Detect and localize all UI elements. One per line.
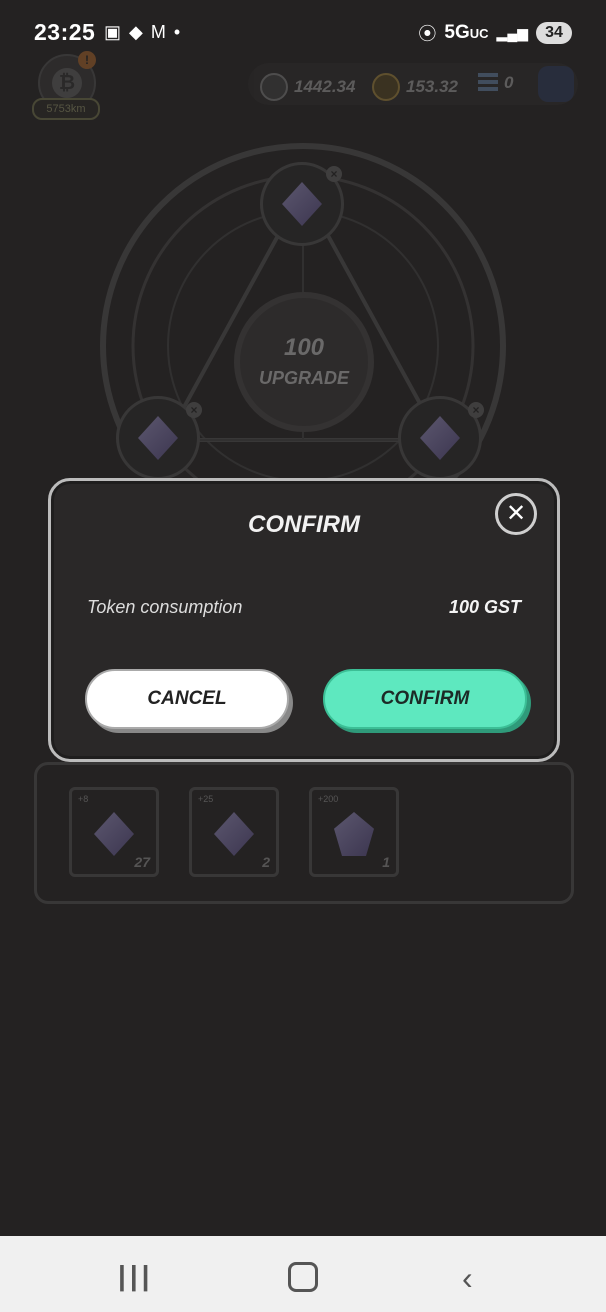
back-icon[interactable]: ‹ [462, 1260, 473, 1297]
confirm-button[interactable]: CONFIRM [323, 669, 527, 729]
upgrade-cost: 100 [283, 334, 325, 361]
gem-icon [420, 416, 460, 460]
remove-gem-icon[interactable]: × [186, 402, 202, 418]
remove-gem-icon[interactable]: × [468, 402, 484, 418]
gem-icon [282, 182, 322, 226]
gem-inventory: +8 27 +25 2 +200 1 [34, 762, 574, 904]
recents-icon[interactable]: ||| [118, 1260, 154, 1292]
dialog-title: CONFIRM [248, 511, 360, 538]
inventory-item[interactable]: +8 27 [69, 787, 159, 877]
inventory-item-count: 27 [134, 854, 150, 870]
close-icon[interactable]: ✕ [495, 493, 537, 535]
gem-icon [138, 416, 178, 460]
token-consumption-label: Token consumption [87, 597, 243, 617]
system-nav-bar: ||| ‹ [0, 1236, 606, 1312]
gem-icon [94, 812, 134, 856]
cancel-button[interactable]: CANCEL [85, 669, 289, 729]
token-consumption-value: 100 GST [448, 597, 521, 617]
magic-circle-graphic [100, 143, 506, 520]
inventory-item[interactable]: +200 1 [309, 787, 399, 877]
gem-icon [334, 812, 374, 856]
upgrade-label: UPGRADE [258, 368, 349, 388]
inventory-item-tag: +200 [318, 794, 339, 804]
remove-gem-icon[interactable]: × [326, 166, 342, 182]
inventory-item[interactable]: +25 2 [189, 787, 279, 877]
upgrade-button[interactable]: 100 UPGRADE [234, 292, 374, 432]
inventory-item-tag: +8 [78, 794, 89, 804]
gem-icon [214, 812, 254, 856]
home-icon[interactable] [288, 1262, 318, 1292]
inventory-item-tag: +25 [198, 794, 214, 804]
confirm-dialog: CONFIRM ✕ Token consumption 100 GST CANC… [48, 478, 560, 762]
inventory-item-count: 1 [382, 854, 390, 870]
inventory-item-count: 2 [262, 854, 270, 870]
